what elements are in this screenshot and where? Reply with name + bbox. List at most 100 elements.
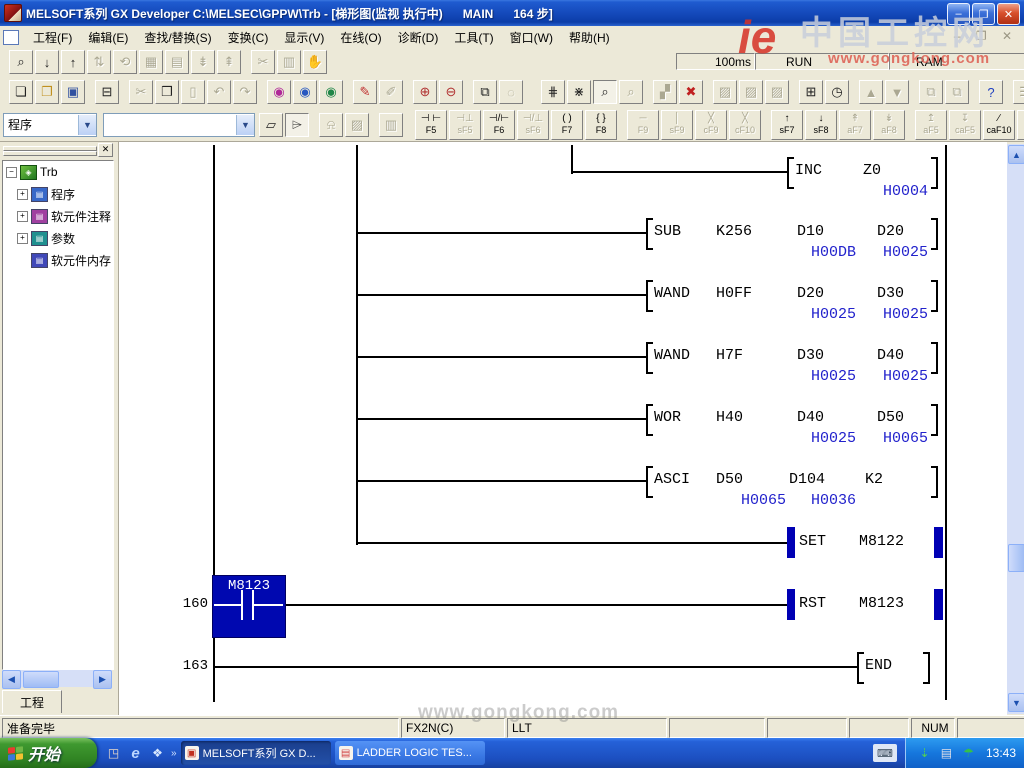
instruction-operand[interactable]: H7F — [716, 347, 743, 364]
scroll-up-icon[interactable]: ▲ — [1008, 145, 1024, 164]
rising-pulse-sf7[interactable]: ↑sF7 — [771, 110, 803, 140]
memory-card-icon[interactable]: ▤ — [938, 745, 955, 762]
show-desktop-icon[interactable]: ❖ — [149, 745, 166, 762]
instruction-operand[interactable]: Z0 — [863, 162, 881, 179]
instruction-operand[interactable]: D20 — [877, 223, 904, 240]
invert-caf10[interactable]: ∕caF10 — [983, 110, 1015, 140]
open-contact-f5[interactable]: ⊣ ⊢F5 — [415, 110, 447, 140]
program-check-icon[interactable]: ⊞ — [799, 80, 823, 104]
scroll-thumb[interactable] — [1008, 544, 1024, 572]
keyboard-icon[interactable]: ⌨ — [873, 744, 897, 762]
launch-app-icon[interactable]: ◳ — [105, 745, 122, 762]
ladder-view-icon[interactable]: ⋕ — [541, 80, 565, 104]
zoom-program-icon[interactable]: ◉ — [267, 80, 291, 104]
instruction-operand[interactable]: D50 — [716, 471, 743, 488]
comment-display-icon[interactable]: ▱ — [259, 113, 283, 137]
project-tab[interactable]: 工程 — [2, 690, 62, 713]
mdi-child-icon[interactable] — [3, 30, 19, 45]
restore-button[interactable]: ❐ — [972, 3, 995, 25]
instruction-operand[interactable]: M8122 — [859, 533, 904, 550]
instruction-operand[interactable]: M8123 — [859, 595, 904, 612]
scroll-down-icon[interactable]: ▼ — [1008, 693, 1024, 712]
ladder-vscrollbar[interactable]: ▲ ▼ — [1007, 144, 1024, 714]
tree-item-参数[interactable]: +▤参数 — [3, 227, 113, 249]
instruction-operand[interactable]: D104 — [789, 471, 825, 488]
instruction-operand[interactable]: D10 — [797, 223, 824, 240]
find-device-down-icon[interactable]: ↓ — [35, 50, 59, 74]
taskbar-task[interactable]: ▣MELSOFT系列 GX D... — [181, 741, 331, 765]
program-combo[interactable]: 程序 ▼ — [3, 113, 97, 137]
menu-查找/替换(S)[interactable]: 查找/替换(S) — [136, 26, 219, 49]
copy-icon[interactable]: ❒ — [155, 80, 179, 104]
menu-诊断(D)[interactable]: 诊断(D) — [390, 26, 447, 49]
save-project-icon[interactable]: ▣ — [61, 80, 85, 104]
instruction-mnemonic[interactable]: WAND — [654, 347, 690, 364]
monitor-mode-icon[interactable]: ⌕ — [593, 80, 617, 104]
close-icon[interactable]: ✕ — [98, 143, 113, 157]
taskbar-task[interactable]: ▤LADDER LOGIC TES... — [335, 741, 485, 765]
scroll-thumb[interactable] — [23, 671, 59, 688]
new-project-icon[interactable]: ❏ — [9, 80, 33, 104]
start-button[interactable]: 开始 — [0, 738, 97, 768]
write-mode-icon[interactable]: ✎ — [353, 80, 377, 104]
falling-pulse-sf8[interactable]: ↓sF8 — [805, 110, 837, 140]
expand-icon[interactable]: + — [17, 211, 28, 222]
instruction-operand[interactable]: D20 — [797, 285, 824, 302]
instruction-list-icon[interactable]: ⋇ — [567, 80, 591, 104]
zoom-out-icon[interactable]: ⊖ — [439, 80, 463, 104]
instruction-mnemonic[interactable]: RST — [799, 595, 826, 612]
tree-item-程序[interactable]: +▤程序 — [3, 183, 113, 205]
menu-工具(T)[interactable]: 工具(T) — [446, 26, 501, 49]
instruction-mnemonic[interactable]: END — [865, 657, 892, 674]
instruction-mnemonic[interactable]: WOR — [654, 409, 681, 426]
menu-编辑(E)[interactable]: 编辑(E) — [80, 26, 136, 49]
instruction-operand[interactable]: D30 — [877, 285, 904, 302]
instruction-operand[interactable]: K256 — [716, 223, 752, 240]
instruction-mnemonic[interactable]: WAND — [654, 285, 690, 302]
instruction-operand[interactable]: D40 — [877, 347, 904, 364]
menu-工程(F)[interactable]: 工程(F) — [25, 26, 80, 49]
help-find-icon[interactable]: ? — [979, 80, 1003, 104]
tree-root[interactable]: − ◈ Trb — [3, 161, 113, 183]
instruction-operand[interactable]: D50 — [877, 409, 904, 426]
coil-f7[interactable]: ( )F7 — [551, 110, 583, 140]
application-instruction-f8[interactable]: { }F8 — [585, 110, 617, 140]
network-status-icon[interactable]: ⇣ — [916, 745, 933, 762]
instruction-mnemonic[interactable]: SUB — [654, 223, 681, 240]
project-tree-toggle-icon[interactable]: ⌲ — [285, 113, 309, 137]
transfer-setup-icon[interactable]: ⧉ — [473, 80, 497, 104]
zoom-monitor-icon[interactable]: ◉ — [293, 80, 317, 104]
instruction-operand[interactable]: D40 — [797, 409, 824, 426]
dock-grip[interactable] — [3, 151, 97, 156]
close-button[interactable]: ✕ — [997, 3, 1020, 25]
zoom-entry-icon[interactable]: ◉ — [319, 80, 343, 104]
instruction-mnemonic[interactable]: ASCI — [654, 471, 690, 488]
menu-在线(O)[interactable]: 在线(O) — [332, 26, 389, 49]
instruction-operand[interactable]: H0FF — [716, 285, 752, 302]
closed-contact-f6[interactable]: ⊣/⊢F6 — [483, 110, 515, 140]
expand-icon[interactable]: + — [17, 233, 28, 244]
monitor-stop-icon[interactable]: ✖ — [679, 80, 703, 104]
instruction-operand[interactable]: K2 — [865, 471, 883, 488]
tree-item-软元件内存[interactable]: ▤软元件内存 — [3, 249, 113, 271]
expand-icon[interactable]: + — [17, 189, 28, 200]
instruction-mnemonic[interactable]: INC — [795, 162, 822, 179]
print-icon[interactable]: ⊟ — [95, 80, 119, 104]
minimize-button[interactable]: – — [947, 3, 970, 25]
menu-变换(C)[interactable]: 变换(C) — [220, 26, 277, 49]
menu-窗口(W)[interactable]: 窗口(W) — [502, 26, 561, 49]
tree-item-软元件注释[interactable]: +▤软元件注释 — [3, 205, 113, 227]
device-combo[interactable]: ▼ — [103, 113, 255, 137]
collapse-icon[interactable]: − — [6, 167, 17, 178]
mdi-window-controls[interactable]: – ❐ ✕ — [954, 29, 1018, 43]
menu-显示(V)[interactable]: 显示(V) — [276, 26, 332, 49]
find-device-up-icon[interactable]: ↑ — [61, 50, 85, 74]
instruction-operand[interactable]: H40 — [716, 409, 743, 426]
selected-contact-cell[interactable]: M8123 — [212, 575, 286, 638]
instruction-mnemonic[interactable]: SET — [799, 533, 826, 550]
open-project-icon[interactable]: ❐ — [35, 80, 59, 104]
antivirus-umbrella-icon[interactable]: ☂ — [960, 745, 977, 762]
ladder-canvas[interactable]: INCZ0H0004SUBK256D10D20H00DBH0025WANDH0F… — [118, 142, 1007, 715]
menu-帮助(H)[interactable]: 帮助(H) — [561, 26, 618, 49]
find-icon[interactable]: ⌕ — [9, 50, 33, 74]
